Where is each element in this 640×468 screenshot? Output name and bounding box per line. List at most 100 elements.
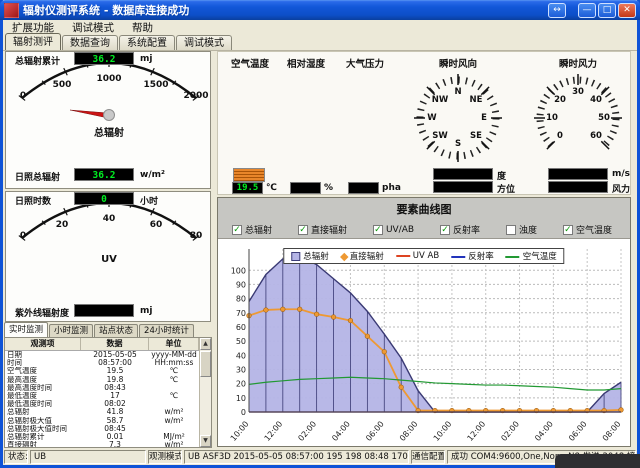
table-row[interactable]: 总辐射累计 0.01 MJ/m² bbox=[5, 433, 211, 441]
table-row[interactable]: 总辐射 41.8 w/m² bbox=[5, 408, 211, 416]
series-checkbox[interactable]: 浊度 bbox=[506, 223, 537, 236]
column-header: 数据 bbox=[81, 338, 149, 350]
table-row[interactable]: 最高温度 19.8 ℃ bbox=[5, 376, 211, 384]
speed-tick-10: 10 bbox=[542, 113, 562, 123]
checkbox-icon[interactable] bbox=[232, 225, 242, 235]
status-segment: 通信配置 bbox=[411, 450, 445, 464]
series-checkbox[interactable]: 总辐射 bbox=[232, 223, 272, 236]
svg-text:10: 10 bbox=[236, 394, 246, 403]
minimize-icon[interactable]: — bbox=[578, 3, 596, 18]
svg-text:02:00: 02:00 bbox=[499, 420, 521, 443]
curve-panel-header: 要素曲线图 总辐射 直接辐射 UV/AB bbox=[218, 198, 630, 239]
field-unit: w/m² bbox=[140, 170, 165, 180]
speed-tick-40: 40 bbox=[586, 95, 606, 105]
legend-label: 空气温度 bbox=[523, 252, 557, 262]
gauge-tick-label: 80 bbox=[181, 231, 211, 241]
legend-swatch-icon bbox=[340, 252, 348, 260]
wind-speed-display bbox=[548, 168, 608, 180]
gauge-title: 总辐射 bbox=[6, 124, 212, 139]
temperature-unit: ℃ bbox=[266, 183, 277, 193]
table-row[interactable]: 空气温度 19.5 ℃ bbox=[5, 367, 211, 375]
checkbox-icon[interactable] bbox=[298, 225, 308, 235]
legend-item: 直接辐射 bbox=[341, 250, 384, 262]
uv-panel: 0 20 40 60 80 UV 紫外线辐射度 mj 日照时数 0 小时 bbox=[5, 191, 211, 322]
monitor-tab[interactable]: 24小时统计 bbox=[139, 324, 194, 337]
wind-degree-unit: 度 bbox=[497, 169, 506, 182]
table-row[interactable]: 总辐射极大值 58.7 w/m² bbox=[5, 417, 211, 425]
field-label: 紫外线辐射度 bbox=[15, 306, 69, 319]
pressure-header: 大气压力 bbox=[335, 56, 395, 70]
series-checkbox[interactable]: 空气温度 bbox=[563, 223, 612, 236]
series-checkbox-row: 总辐射 直接辐射 UV/AB 反射率 bbox=[218, 217, 630, 236]
scroll-thumb[interactable] bbox=[200, 351, 211, 377]
humidity-header: 相对湿度 bbox=[276, 56, 336, 70]
scroll-down-icon[interactable]: ▼ bbox=[200, 435, 211, 447]
monitor-tab[interactable]: 站点状态 bbox=[94, 324, 138, 337]
gauge-title: UV bbox=[6, 254, 212, 265]
field-unit: mj bbox=[140, 54, 152, 64]
checkbox-label: 总辐射 bbox=[245, 223, 272, 236]
checkbox-icon[interactable] bbox=[373, 225, 383, 235]
table-row[interactable]: 最高温度时间 08:43 bbox=[5, 384, 211, 392]
compass-label-ne: NE bbox=[466, 95, 486, 105]
svg-text:08:00: 08:00 bbox=[601, 420, 623, 443]
svg-text:20: 20 bbox=[236, 380, 246, 389]
maximize-icon[interactable]: □ bbox=[598, 3, 616, 18]
field-row: 紫外线辐射度 mj bbox=[6, 304, 212, 318]
series-checkbox[interactable]: 直接辐射 bbox=[298, 223, 347, 236]
svg-text:0: 0 bbox=[241, 408, 246, 417]
gauge-tick-label: 500 bbox=[47, 80, 77, 90]
table-header: 观测项 数据 单位 bbox=[5, 338, 211, 351]
speed-tick-50: 50 bbox=[594, 113, 614, 123]
table-row[interactable]: 最低温度 17 ℃ bbox=[5, 392, 211, 400]
checkbox-label: 浊度 bbox=[519, 223, 537, 236]
svg-text:04:00: 04:00 bbox=[330, 420, 352, 443]
table-row[interactable]: 直接辐射 7.3 w/m² bbox=[5, 441, 211, 447]
field-row: 日照总辐射 36.2 w/m² bbox=[6, 168, 212, 182]
series-checkbox[interactable]: 反射率 bbox=[440, 223, 480, 236]
table-row[interactable]: 总辐射极大值时间 08:45 bbox=[5, 425, 211, 433]
gauge-tick-label: 1500 bbox=[141, 80, 171, 90]
field-label: 日照总辐射 bbox=[15, 170, 60, 183]
series-checkbox[interactable]: UV/AB bbox=[373, 223, 414, 236]
main-tab[interactable]: 调试模式 bbox=[176, 35, 232, 51]
checkbox-icon[interactable] bbox=[563, 225, 573, 235]
table-row[interactable]: 日期 2015-05-05 yyyy-MM-dd bbox=[5, 351, 211, 359]
wind-speed-title: 瞬时风力 bbox=[543, 56, 613, 70]
humidity-unit: % bbox=[324, 183, 333, 193]
main-tab[interactable]: 系统配置 bbox=[119, 35, 175, 51]
table-row[interactable]: 时间 08:57:00 HH:mm:ss bbox=[5, 359, 211, 367]
svg-text:02:00: 02:00 bbox=[296, 420, 318, 443]
svg-text:06:00: 06:00 bbox=[364, 420, 386, 443]
svg-text:12:00: 12:00 bbox=[466, 420, 488, 443]
checkbox-label: 直接辐射 bbox=[311, 223, 347, 236]
legend-label: 反射率 bbox=[468, 252, 494, 262]
field-row: 总辐射累计 36.2 mj bbox=[6, 52, 212, 66]
table-scrollbar[interactable]: ▲ ▼ bbox=[199, 338, 211, 447]
close-icon[interactable]: ✕ bbox=[618, 3, 636, 18]
wind-degree-display bbox=[433, 168, 493, 180]
data-table: 观测项 数据 单位 日期 2015-05-05 yyyy-MM-dd 时间 08… bbox=[4, 337, 212, 448]
main-tab[interactable]: 辐射测评 bbox=[5, 33, 61, 51]
checkbox-icon[interactable] bbox=[506, 225, 516, 235]
restore-icon[interactable]: ↔ bbox=[548, 3, 566, 18]
overlay-window-corner bbox=[555, 454, 640, 468]
status-segment: 观测模式 bbox=[148, 450, 182, 464]
main-tab[interactable]: 数据查询 bbox=[62, 35, 118, 51]
wind-direction-title: 瞬时风向 bbox=[423, 56, 493, 70]
wind-force-unit: 风力 bbox=[612, 182, 630, 195]
scroll-up-icon[interactable]: ▲ bbox=[200, 338, 211, 350]
compass-label-w: W bbox=[422, 113, 442, 123]
table-row[interactable]: 最低温度时间 08:02 bbox=[5, 400, 211, 408]
compass-label-s: S bbox=[448, 139, 468, 149]
checkbox-icon[interactable] bbox=[440, 225, 450, 235]
status-bar: 状态:UB观测模式UB ASF3D 2015-05-05 08:57:00 19… bbox=[3, 449, 637, 465]
menu-item[interactable]: 帮助 bbox=[123, 20, 162, 35]
title-bar: 辐射仪测评系统 - 数据库连接成功 ↔ — □ ✕ bbox=[0, 0, 640, 20]
menu-item[interactable]: 调试模式 bbox=[63, 20, 123, 35]
svg-text:08:00: 08:00 bbox=[398, 420, 420, 443]
monitor-tab[interactable]: 实时监测 bbox=[4, 322, 48, 337]
table-body: 日期 2015-05-05 yyyy-MM-dd 时间 08:57:00 HH:… bbox=[5, 351, 211, 447]
svg-text:90: 90 bbox=[236, 280, 246, 289]
monitor-tab[interactable]: 小时监测 bbox=[49, 324, 93, 337]
